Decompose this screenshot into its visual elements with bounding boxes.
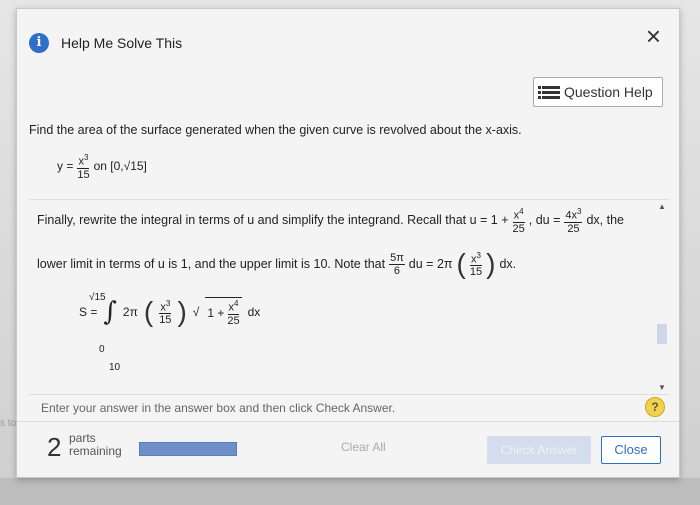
dialog-title: Help Me Solve This	[61, 35, 183, 51]
line1-prefix: Finally, rewrite the integral in terms o…	[37, 213, 509, 228]
line2-mid: du = 2π	[408, 257, 453, 271]
progress-bar	[139, 442, 237, 456]
curve-lhs: y =	[57, 159, 74, 174]
integral-label: S =	[79, 305, 98, 319]
du-num-exp: 3	[577, 207, 582, 216]
scrollbar-thumb[interactable]	[657, 324, 667, 344]
curve-num-exp: 3	[83, 153, 89, 162]
curve-den: 15	[77, 168, 90, 181]
root-num-exp: 4	[234, 299, 239, 309]
step-line-1: Finally, rewrite the integral in terms o…	[37, 206, 624, 235]
du-fraction: 4x3 25	[564, 206, 583, 235]
sqrt-symbol: √	[192, 305, 200, 319]
solution-step-panel: Finally, rewrite the integral in terms o…	[29, 199, 669, 395]
clear-all-button[interactable]: Clear All	[341, 440, 386, 454]
root-fraction: x4 25	[227, 298, 239, 327]
step-line-2: lower limit in terms of u is 1, and the …	[37, 248, 516, 280]
close-button[interactable]: Close	[601, 436, 661, 464]
du-den: 25	[567, 222, 580, 235]
parts-label-bottom: remaining	[69, 444, 122, 458]
frac-den: 15	[159, 314, 172, 327]
paren-left-2: (	[143, 296, 154, 327]
integrand-fraction: x3 15	[159, 298, 171, 327]
du-num: 4x	[565, 209, 578, 222]
two-pi: 2π	[122, 305, 138, 319]
instructions-text: Enter your answer in the answer box and …	[41, 401, 396, 415]
close-icon[interactable]: ×	[646, 23, 661, 49]
frac-num-exp: 3	[165, 298, 171, 308]
integral-lower-limit: 0	[99, 344, 105, 355]
line2-suffix: dx.	[499, 257, 517, 271]
question-help-label: Question Help	[564, 84, 653, 100]
dialog-footer: 2 parts remaining Clear All Check Answer…	[17, 421, 679, 477]
scroll-down-icon[interactable]: ▼	[657, 383, 667, 392]
paren-right-2: )	[177, 296, 187, 327]
sqrt-content: 1 + x4 25	[205, 297, 242, 327]
pi-num: 5π	[389, 251, 405, 265]
curve-equation: y = x3 15 on [0,√15]	[57, 152, 147, 181]
integral-symbol: ∫	[103, 297, 117, 327]
dx-label: dx	[247, 305, 261, 319]
pi-fraction: 5π 6	[389, 252, 405, 277]
info-icon: i	[29, 33, 49, 53]
paren-left: (	[456, 248, 466, 279]
question-help-button[interactable]: Question Help	[533, 77, 663, 107]
parts-label: parts remaining	[69, 432, 122, 458]
curve-fraction: x3 15	[77, 152, 89, 181]
integral-expression: S = ∫ 2π ( x3 15 ) √ 1 + x4 25 dx	[79, 296, 260, 328]
paren-right: )	[486, 248, 496, 279]
du-text: , du =	[528, 213, 561, 228]
scroll-up-icon[interactable]: ▲	[657, 202, 667, 211]
inner-num-exp: 3	[476, 250, 481, 260]
parts-count: 2	[47, 432, 62, 462]
line2-prefix: lower limit in terms of u is 1, and the …	[37, 257, 386, 271]
inner-fraction: x3 15	[470, 250, 482, 279]
u-den: 25	[512, 222, 525, 235]
list-icon	[538, 84, 560, 101]
partial-ten: 10	[109, 362, 121, 373]
inner-den: 15	[469, 266, 483, 279]
line1-suffix: dx, the	[586, 213, 625, 228]
check-answer-button[interactable]: Check Answer	[487, 436, 591, 464]
help-dialog: i Help Me Solve This × Question Help Fin…	[16, 8, 680, 478]
pi-den: 6	[393, 264, 400, 277]
root-one: 1 +	[207, 305, 225, 320]
dialog-header: i Help Me Solve This ×	[17, 9, 679, 69]
hint-button[interactable]: ?	[645, 397, 665, 417]
u-num-exp: 4	[519, 207, 524, 216]
scrollbar[interactable]: ▲ ▼	[657, 202, 667, 392]
curve-interval: on [0,√15]	[93, 159, 147, 174]
u-fraction: x4 25	[513, 206, 525, 235]
question-text: Find the area of the surface generated w…	[29, 123, 522, 137]
root-den: 25	[227, 314, 240, 327]
bottom-strip	[0, 478, 700, 505]
